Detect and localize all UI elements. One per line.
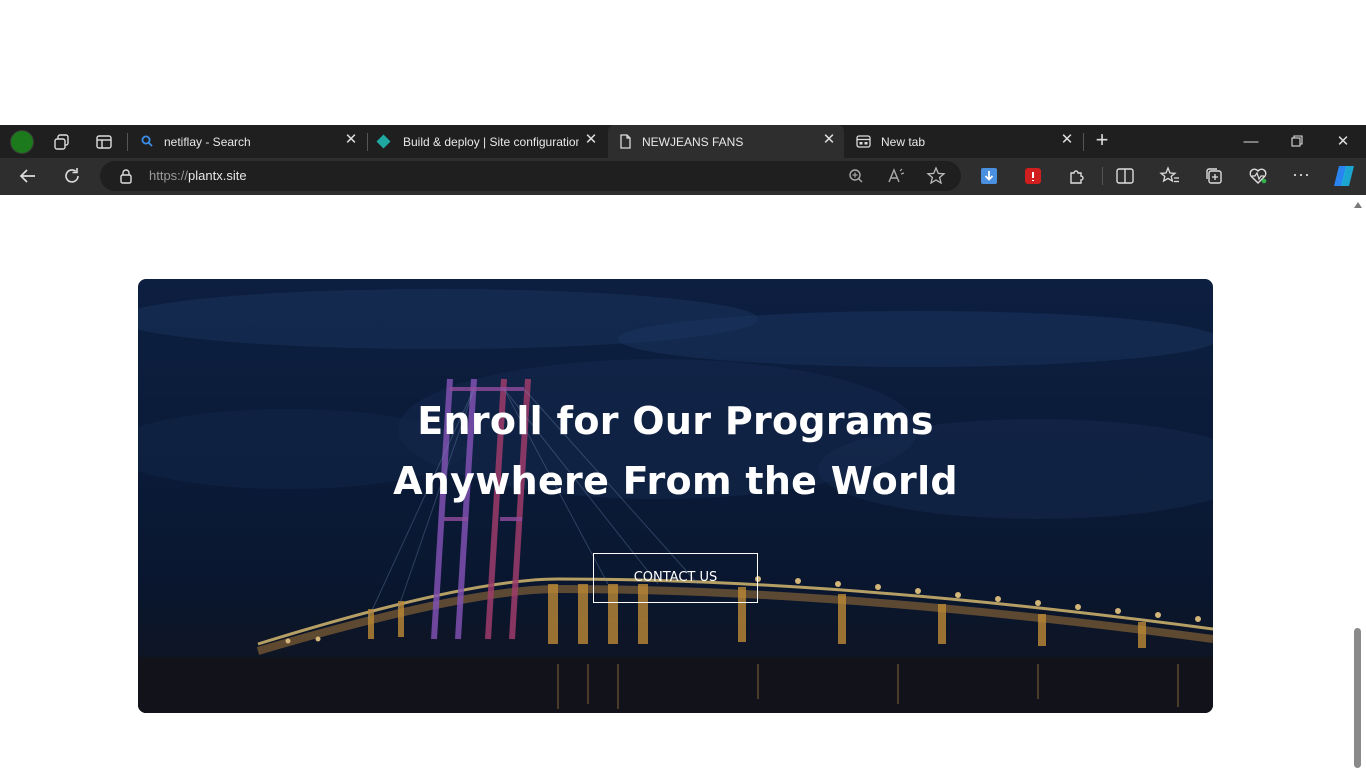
page-scrollbar[interactable] <box>1349 195 1366 768</box>
tab-title: NEWJEANS FANS <box>642 135 744 149</box>
new-tab-page-icon <box>856 135 871 148</box>
tab-newjeans-fans[interactable]: NEWJEANS FANS ✕ <box>608 125 844 158</box>
hero-heading-line-2: Anywhere From the World <box>393 459 958 503</box>
browser-essentials-icon[interactable] <box>1247 165 1269 187</box>
tab-divider <box>1083 133 1084 151</box>
close-tab-icon[interactable]: ✕ <box>584 132 598 147</box>
close-window-icon[interactable]: ✕ <box>1320 125 1366 158</box>
tab-title: netiflay - Search <box>164 135 251 149</box>
collections-icon[interactable] <box>1203 165 1225 187</box>
tab-actions-icon[interactable] <box>95 133 113 151</box>
scroll-up-arrow-icon[interactable] <box>1354 202 1362 208</box>
profile-avatar[interactable] <box>10 130 34 154</box>
split-screen-icon[interactable] <box>1114 165 1136 187</box>
address-bar[interactable]: https://plantx.site <box>100 161 961 191</box>
scrollbar-thumb[interactable] <box>1354 628 1361 768</box>
url-scheme: https:// <box>149 168 189 183</box>
url-host: plantx.site <box>188 168 247 183</box>
url-text[interactable]: https://plantx.site <box>149 168 247 184</box>
tab-title: New tab <box>881 135 926 149</box>
refresh-icon[interactable] <box>61 165 83 187</box>
tab-divider <box>367 133 368 151</box>
tab-new-tab[interactable]: New tab ✕ <box>846 125 1082 158</box>
close-tab-icon[interactable]: ✕ <box>344 132 358 147</box>
tab-build-deploy[interactable]: Build & deploy | Site configuration ✕ <box>370 125 606 158</box>
netlify-diamond-icon <box>376 134 391 149</box>
hero-heading: Enroll for Our Programs Anywhere From th… <box>138 391 1213 511</box>
desktop-blank-area <box>0 0 1366 125</box>
tab-title: Build & deploy | Site configuration <box>403 135 579 149</box>
search-icon <box>141 135 153 147</box>
favorites-icon[interactable] <box>1159 165 1181 187</box>
favorite-star-icon[interactable] <box>926 166 946 186</box>
minimize-icon[interactable]: — <box>1228 125 1274 158</box>
copilot-icon[interactable] <box>1331 163 1357 189</box>
browser-toolbar: https://plantx.site ··· <box>0 158 1366 195</box>
new-tab-plus-icon[interactable]: + <box>1092 129 1112 151</box>
more-options-icon[interactable]: ··· <box>1290 165 1312 187</box>
contact-us-button[interactable]: CONTACT US <box>593 553 758 603</box>
hero-banner: Enroll for Our Programs Anywhere From th… <box>138 279 1213 713</box>
read-aloud-icon[interactable] <box>886 166 906 186</box>
lock-icon[interactable] <box>118 168 134 184</box>
tab-netiflay-search[interactable]: netiflay - Search ✕ <box>130 125 366 158</box>
restore-icon[interactable] <box>1274 125 1320 158</box>
close-tab-icon[interactable]: ✕ <box>1060 132 1074 147</box>
page-viewport: Enroll for Our Programs Anywhere From th… <box>4 195 1349 768</box>
back-arrow-icon[interactable] <box>17 165 39 187</box>
workspaces-icon[interactable] <box>53 133 71 151</box>
download-extension-icon[interactable] <box>978 165 1000 187</box>
browser-tab-strip: netiflay - Search ✕ Build & deploy | Sit… <box>0 125 1366 158</box>
document-icon <box>620 134 631 149</box>
zoom-icon[interactable] <box>846 166 866 186</box>
tab-divider <box>127 133 128 151</box>
hero-heading-line-1: Enroll for Our Programs <box>417 399 934 443</box>
adblock-extension-icon[interactable] <box>1022 165 1044 187</box>
toolbar-divider <box>1102 167 1103 185</box>
extensions-puzzle-icon[interactable] <box>1066 165 1088 187</box>
close-tab-icon[interactable]: ✕ <box>822 132 836 147</box>
